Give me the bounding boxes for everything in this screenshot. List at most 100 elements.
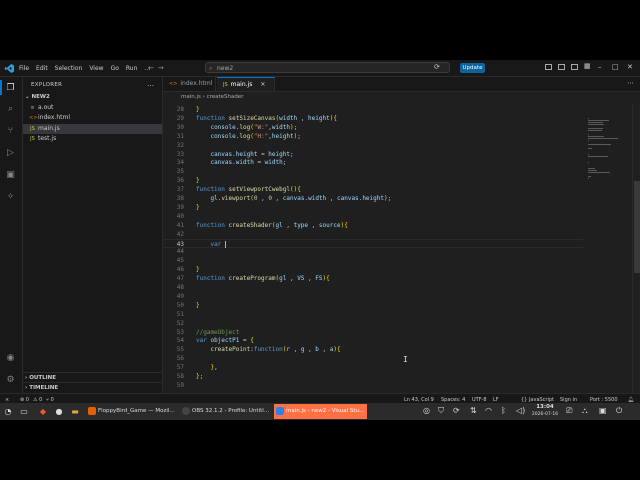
breadcrumb-symbol[interactable]: createShader bbox=[207, 94, 244, 100]
extensions-icon[interactable]: ▣ bbox=[5, 169, 16, 180]
breadcrumb-file[interactable]: main.js bbox=[181, 94, 201, 100]
code-line[interactable]: 34 canvas.width = width; bbox=[163, 158, 583, 167]
customize-layout-icon[interactable]: ▦ bbox=[584, 62, 591, 70]
file-test-js[interactable]: JS test.js bbox=[23, 134, 162, 144]
code-line[interactable]: 59 bbox=[163, 381, 583, 390]
code-line[interactable]: 28} bbox=[163, 105, 583, 114]
minimap[interactable] bbox=[585, 103, 627, 393]
task-floppybird[interactable]: FloppyBird_Game — Mozil… bbox=[86, 404, 178, 419]
notification-icon[interactable]: ⎚ bbox=[566, 406, 572, 416]
code-line[interactable]: 43 var bbox=[163, 238, 583, 248]
code-line[interactable]: 45 bbox=[163, 256, 583, 265]
code-line[interactable]: 54 var objectP1 = { bbox=[163, 336, 583, 345]
close-icon[interactable]: ✕ bbox=[627, 63, 633, 71]
volume-icon[interactable]: ◁) bbox=[516, 406, 525, 415]
layout-sidebar-icon[interactable] bbox=[545, 64, 552, 70]
code-line[interactable]: 57 }, bbox=[163, 363, 583, 372]
code-line[interactable]: 31 console.log("H:",height); bbox=[163, 132, 583, 141]
tab-main-js[interactable]: JS main.js ✕ bbox=[217, 77, 275, 91]
code-line[interactable]: 51 bbox=[163, 310, 583, 319]
account-icon[interactable]: ◉ bbox=[5, 352, 16, 363]
editor-actions-icon[interactable]: ⋯ bbox=[627, 79, 634, 87]
outline-section[interactable]: › OUTLINE bbox=[23, 372, 162, 382]
code-text: } bbox=[196, 105, 200, 114]
code-line[interactable]: 38 gl.viewport(0 , 0 , canvas.width , ca… bbox=[163, 194, 583, 203]
code-line[interactable]: 49 bbox=[163, 292, 583, 301]
copilot-icon[interactable]: ⟳ bbox=[434, 63, 440, 71]
brave-browser-icon[interactable]: ◆ bbox=[38, 406, 48, 416]
clock[interactable]: 13:04 2026-07-16 bbox=[530, 404, 560, 418]
nav-arrows-icon[interactable]: ←→ bbox=[148, 64, 168, 72]
search-icon[interactable]: ⌕ bbox=[5, 103, 16, 114]
menu-file[interactable]: File bbox=[19, 65, 29, 72]
minimap-line bbox=[588, 120, 610, 121]
bluetooth-icon[interactable]: ᛒ bbox=[501, 406, 506, 415]
code-line[interactable]: 42 bbox=[163, 230, 583, 239]
update-manager-icon[interactable]: ⟳ bbox=[453, 406, 460, 415]
editor-scrollbar[interactable] bbox=[632, 103, 640, 393]
tab-index-html[interactable]: <> index.html bbox=[163, 77, 216, 91]
code-line[interactable]: 53 //gameObject bbox=[163, 328, 583, 337]
power-icon[interactable]: ⏻ bbox=[616, 406, 622, 416]
code-line[interactable]: 36} bbox=[163, 176, 583, 185]
python-icon[interactable]: ✧ bbox=[5, 191, 16, 202]
network-icon[interactable]: ⇅ bbox=[470, 406, 477, 415]
menu-view[interactable]: View bbox=[89, 65, 103, 72]
menu-run[interactable]: Run bbox=[126, 65, 138, 72]
code-line[interactable]: 47 function createProgram(gl , VS , FS){ bbox=[163, 274, 583, 283]
minimize-icon[interactable]: – bbox=[598, 63, 602, 71]
scrollbar-thumb[interactable] bbox=[634, 181, 640, 273]
task-vscode[interactable]: main.js - new2 - Visual Stu… bbox=[274, 404, 367, 419]
start-menu-icon[interactable]: ◔ bbox=[3, 406, 13, 416]
obs-icon[interactable]: ● bbox=[54, 406, 64, 416]
code-line[interactable]: 50} bbox=[163, 301, 583, 310]
code-line[interactable]: 46} bbox=[163, 265, 583, 274]
update-button[interactable]: Update bbox=[460, 63, 485, 73]
code-line[interactable]: 29 function setSizeCanvas(width , height)… bbox=[163, 114, 583, 123]
code-line[interactable]: 37 function setViewportCwebgl(){ bbox=[163, 185, 583, 194]
code-line[interactable]: 55 createPoint:function(r , g , b , a){ bbox=[163, 345, 583, 354]
code-line[interactable]: 44 bbox=[163, 247, 583, 256]
steam-icon[interactable]: ◎ bbox=[423, 406, 430, 415]
run-debug-icon[interactable]: ▷ bbox=[5, 147, 16, 158]
menu-selection[interactable]: Selection bbox=[55, 65, 83, 72]
code-line[interactable]: 41 function createShader(gl , type , sour… bbox=[163, 221, 583, 230]
screenshot-icon[interactable]: ▣ bbox=[599, 406, 607, 415]
file-index-html[interactable]: <>index.html bbox=[23, 113, 162, 123]
close-tab-icon[interactable]: ✕ bbox=[260, 81, 265, 88]
code-line[interactable]: 52 bbox=[163, 319, 583, 328]
task-obs[interactable]: OBS 32.1.2 - Profile: Untitl… bbox=[180, 404, 272, 419]
menu-edit[interactable]: Edit bbox=[36, 65, 48, 72]
code-editor[interactable]: 28} 29 function setSizeCanvas(width , heig… bbox=[163, 103, 583, 393]
settings-gear-icon[interactable]: ⚙ bbox=[5, 374, 16, 385]
file-a-out[interactable]: ≡ a.out bbox=[23, 103, 162, 113]
code-line[interactable]: 30 console.log("W:",width); bbox=[163, 123, 583, 132]
folder-new2[interactable]: ⌄ NEW2 bbox=[25, 94, 50, 100]
app-icon[interactable]: ▭ bbox=[19, 406, 29, 416]
code-line[interactable]: 39} bbox=[163, 203, 583, 212]
file-main-js[interactable]: JS main.js bbox=[23, 124, 162, 134]
command-center-search[interactable]: ⌕ new2 bbox=[205, 62, 450, 73]
files-icon[interactable]: ▬ bbox=[70, 406, 80, 416]
menu-go[interactable]: Go bbox=[111, 65, 119, 72]
layout-panel-icon[interactable] bbox=[558, 64, 565, 70]
language-icon[interactable]: ⛬ bbox=[582, 406, 588, 416]
maximize-icon[interactable]: □ bbox=[612, 63, 619, 71]
source-control-icon[interactable]: ⑂ bbox=[5, 125, 16, 136]
code-line[interactable]: 33 canvas.height = height; bbox=[163, 150, 583, 159]
firefox-icon bbox=[88, 407, 96, 415]
code-line[interactable]: 56 bbox=[163, 354, 583, 363]
code-line[interactable]: 40 bbox=[163, 212, 583, 221]
wifi-icon[interactable]: ◠ bbox=[485, 406, 492, 415]
layout-secondary-icon[interactable] bbox=[571, 64, 578, 70]
code-line[interactable]: 35 bbox=[163, 167, 583, 176]
more-actions-icon[interactable]: … bbox=[147, 80, 154, 88]
code-token: gl bbox=[210, 195, 218, 202]
code-line[interactable]: 48 bbox=[163, 283, 583, 292]
explorer-icon[interactable]: ❐ bbox=[0, 80, 16, 95]
shield-icon[interactable]: ⛉ bbox=[438, 406, 444, 416]
timeline-section[interactable]: › TIMELINE bbox=[23, 382, 162, 392]
code-line[interactable]: 32 bbox=[163, 141, 583, 150]
code-line[interactable]: 58}; bbox=[163, 372, 583, 381]
